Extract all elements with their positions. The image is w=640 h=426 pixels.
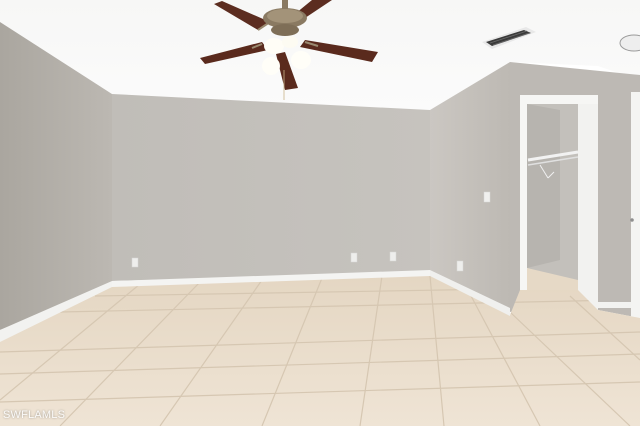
closet-door-frame-left bbox=[520, 96, 527, 312]
mls-watermark: SWFLAMLS bbox=[3, 409, 66, 421]
closet-door-frame-right bbox=[578, 96, 598, 310]
outlet-icon bbox=[350, 252, 358, 263]
outlet-icon bbox=[131, 257, 139, 268]
closet-door-frame-top bbox=[520, 95, 598, 104]
baseboard-far-right bbox=[598, 302, 631, 308]
closet-back-wall bbox=[527, 104, 560, 268]
outlet-icon bbox=[456, 260, 464, 272]
open-door-edge bbox=[631, 92, 640, 324]
door-knob bbox=[630, 218, 634, 222]
light-switch-icon bbox=[483, 191, 491, 203]
back-wall bbox=[112, 94, 430, 281]
empty-bedroom-photo bbox=[0, 0, 640, 426]
outlet-icon bbox=[389, 251, 397, 262]
